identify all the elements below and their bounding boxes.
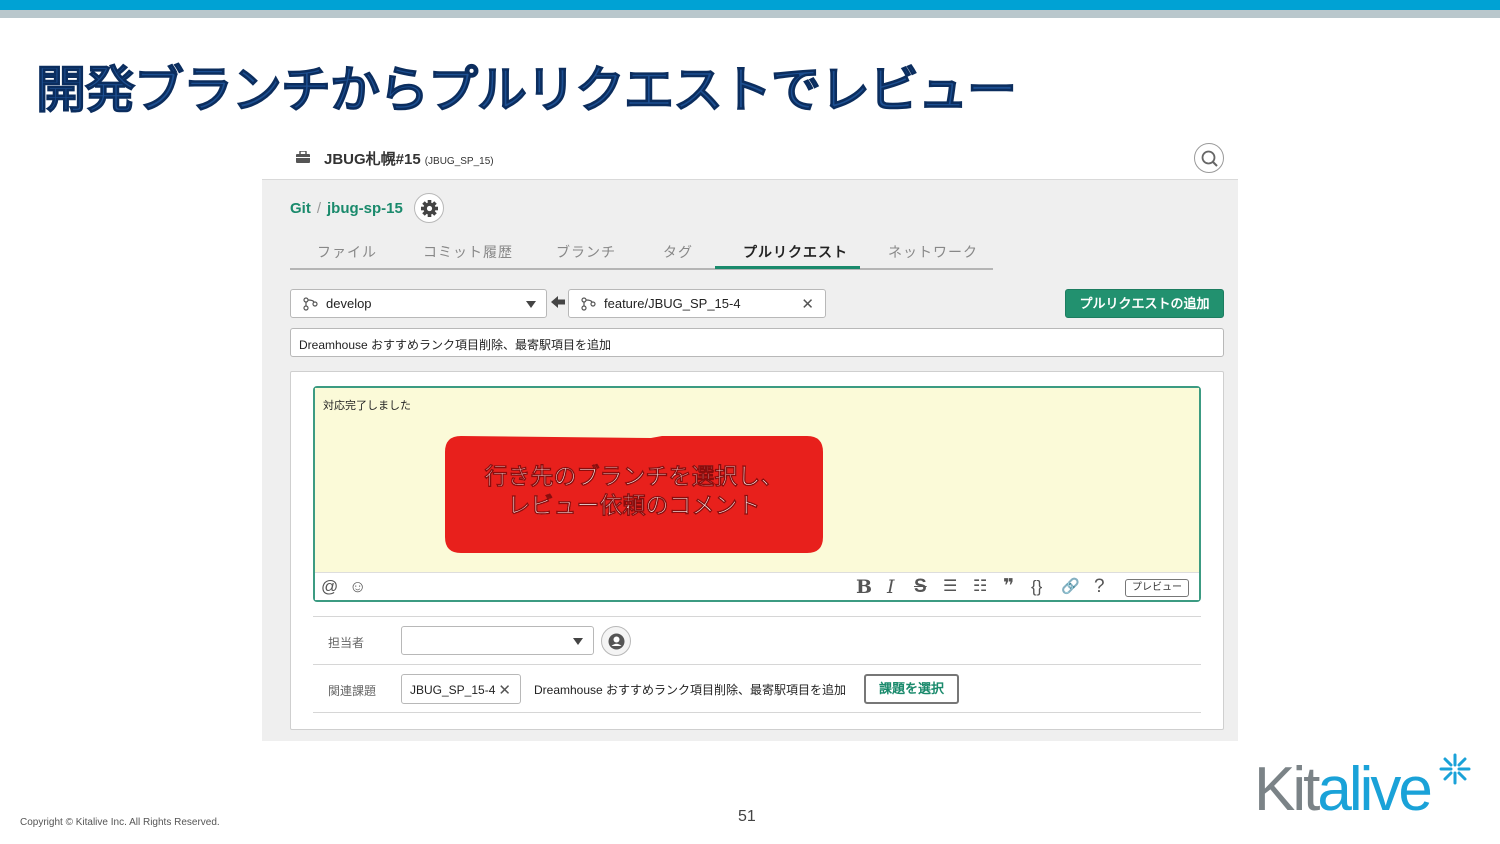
search-button[interactable] xyxy=(1194,143,1224,173)
compare-branch-value: feature/JBUG_SP_15-4 xyxy=(604,296,741,311)
tab-network[interactable]: ネットワーク xyxy=(888,242,978,262)
pr-title-input[interactable]: Dreamhouse おすすめランク項目削除、最寄駅項目を追加 xyxy=(290,328,1224,357)
tab-files[interactable]: ファイル xyxy=(317,242,377,262)
active-tab-indicator xyxy=(715,266,860,269)
search-icon xyxy=(1201,150,1218,167)
app-screenshot: JBUG札幌#15(JBUG_SP_15) Git / jbug-sp-15 xyxy=(262,136,1238,741)
bold-icon[interactable]: B xyxy=(856,575,872,599)
select-issue-button[interactable]: 課題を選択 xyxy=(864,674,959,704)
breadcrumb-separator: / xyxy=(316,200,322,217)
arrow-left-icon xyxy=(551,296,565,308)
breadcrumb-repo-link[interactable]: jbug-sp-15 xyxy=(327,200,403,217)
link-icon[interactable]: 🔗 xyxy=(1061,575,1080,599)
remove-issue-icon[interactable]: ✕ xyxy=(498,681,511,699)
git-page: Git / jbug-sp-15 ファイル コミット履歴 ブランチ タグ プルリクエ… xyxy=(262,180,1238,741)
divider xyxy=(313,616,1201,617)
related-issue-label: 関連課題 xyxy=(328,684,377,698)
bullet-list-icon[interactable]: ☰ xyxy=(943,575,957,599)
breadcrumb-git-link[interactable]: Git xyxy=(290,200,311,217)
assignee-select[interactable] xyxy=(401,626,594,655)
italic-icon[interactable]: I xyxy=(887,575,895,599)
branch-icon xyxy=(303,297,318,311)
top-accent-bar xyxy=(0,0,1500,10)
assign-me-button[interactable] xyxy=(601,626,631,656)
divider xyxy=(313,712,1201,713)
add-pull-request-button[interactable]: プルリクエストの追加 xyxy=(1065,289,1224,318)
kitalive-logo: Kitalive xyxy=(1254,752,1476,824)
mention-icon[interactable]: @ xyxy=(321,575,338,599)
project-name[interactable]: JBUG札幌#15 (JBUG_SP_15) xyxy=(324,148,494,169)
related-issue-tag: JBUG_SP_15-4 ✕ xyxy=(401,674,521,704)
emoji-icon[interactable]: ☺ xyxy=(349,575,366,599)
branch-icon xyxy=(581,297,596,311)
help-icon[interactable]: ? xyxy=(1094,575,1105,599)
assignee-label: 担当者 xyxy=(328,636,365,650)
quote-icon[interactable]: ❞ xyxy=(1003,575,1014,599)
annotation-callout: 行き先のブランチを選択し、 レビュー依頼のコメント xyxy=(445,436,823,553)
logo-text: Kitalive xyxy=(1254,754,1433,825)
code-icon[interactable]: {} xyxy=(1031,575,1042,599)
callout-line-1: 行き先のブランチを選択し、 xyxy=(484,463,784,490)
tab-pull-requests[interactable]: プルリクエスト xyxy=(743,242,848,262)
base-branch-value: develop xyxy=(326,296,372,311)
related-issue-key[interactable]: JBUG_SP_15-4 xyxy=(410,683,495,697)
tab-branches[interactable]: ブランチ xyxy=(556,242,616,262)
copyright-text: Copyright © Kitalive Inc. All Rights Res… xyxy=(20,817,220,828)
callout-text: 行き先のブランチを選択し、 レビュー依頼のコメント xyxy=(445,462,823,520)
preview-button[interactable]: プレビュー xyxy=(1125,579,1189,597)
user-avatar-icon xyxy=(608,633,625,650)
numbered-list-icon[interactable]: ☷ xyxy=(973,575,987,599)
top-accent-bar-secondary xyxy=(0,10,1500,18)
description-editor: 対応完了しました @ ☺ B I S ☰ ☷ ❞ {} 🔗 ? プレビュー 行き… xyxy=(313,386,1201,602)
gear-icon xyxy=(421,200,438,217)
related-issue-title: Dreamhouse おすすめランク項目削除、最寄駅項目を追加 xyxy=(534,683,847,697)
page-number: 51 xyxy=(738,808,756,825)
logo-text-b: alive xyxy=(1317,755,1433,824)
project-name-text: JBUG札幌#15 xyxy=(324,151,421,168)
chevron-down-icon xyxy=(573,638,583,645)
pr-form-panel: 対応完了しました @ ☺ B I S ☰ ☷ ❞ {} 🔗 ? プレビュー 行き… xyxy=(290,371,1224,730)
briefcase-icon xyxy=(296,151,310,163)
tab-tags[interactable]: タグ xyxy=(663,242,693,262)
breadcrumb: Git / jbug-sp-15 xyxy=(290,200,403,217)
strikethrough-icon[interactable]: S xyxy=(914,575,927,599)
tab-commit-history[interactable]: コミット履歴 xyxy=(423,242,513,262)
asterisk-star-icon xyxy=(1439,753,1471,785)
base-branch-select[interactable]: develop xyxy=(290,289,547,318)
project-header: JBUG札幌#15 (JBUG_SP_15) xyxy=(262,136,1238,180)
chevron-down-icon xyxy=(526,301,536,308)
clear-branch-icon[interactable]: ✕ xyxy=(801,295,814,313)
logo-text-a: Kit xyxy=(1254,755,1320,824)
callout-line-2: レビュー依頼のコメント xyxy=(507,492,761,519)
repo-settings-button[interactable] xyxy=(414,193,444,223)
divider xyxy=(313,664,1201,665)
compare-branch-select[interactable]: feature/JBUG_SP_15-4 ✕ xyxy=(568,289,826,318)
slide-title: 開発ブランチからプルリクエストでレビュー xyxy=(36,61,1018,120)
project-key: (JBUG_SP_15) xyxy=(424,156,494,167)
repo-tabs: ファイル コミット履歴 ブランチ タグ プルリクエスト ネットワーク xyxy=(290,236,993,270)
editor-toolbar: @ ☺ B I S ☰ ☷ ❞ {} 🔗 ? プレビュー xyxy=(315,572,1199,600)
